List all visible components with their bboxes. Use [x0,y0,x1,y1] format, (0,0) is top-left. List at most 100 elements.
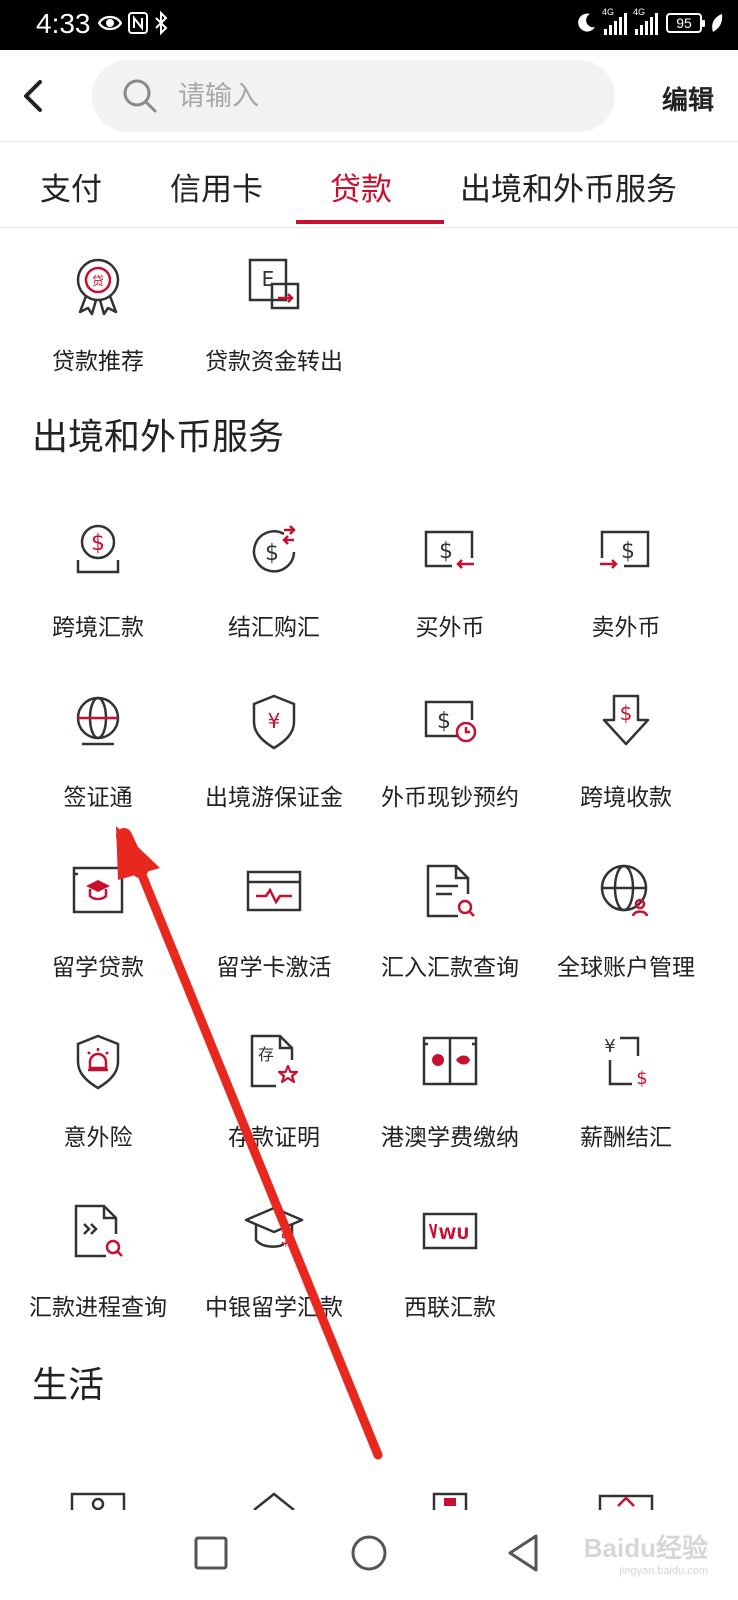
currency-exchange-item[interactable]: $ 结汇购汇 [184,520,364,680]
boc-study-remit-item[interactable]: $ 中银留学汇款 [184,1200,364,1360]
loan-recommend-item[interactable]: 贷 贷款推荐 [8,254,188,414]
section-title-life: 生活 [32,1365,105,1406]
bluetooth-icon [155,11,168,35]
item-label: 跨境汇款 [52,615,144,641]
svg-text:$: $ [280,1228,291,1249]
item-label: 结汇购汇 [228,615,320,641]
svg-text:$: $ [439,539,453,564]
tab-payment[interactable]: 支付 [40,164,102,209]
back-arrow-icon[interactable] [18,78,52,114]
life-row-partial [0,1490,738,1510]
sell-forex-item[interactable]: $ 卖外币 [536,520,716,680]
item-label: 港澳学费缴纳 [381,1125,519,1151]
item-label: 薪酬结汇 [580,1125,672,1151]
item-label: 存款证明 [228,1125,320,1151]
search-icon [123,79,157,113]
search-bar[interactable] [92,60,615,132]
tab-loan[interactable]: 贷款 [330,164,392,209]
study-card-activate-item[interactable]: 留学卡激活 [184,860,364,1020]
travel-deposit-item[interactable]: ¥ 出境游保证金 [184,690,364,850]
fund-transfer-icon: E [248,258,300,310]
sell-forex-icon: $ [600,530,650,569]
recent-apps-icon[interactable] [186,1528,236,1578]
search-input[interactable] [178,74,578,118]
item-label: 汇入汇款查询 [381,955,519,981]
svg-text:贷: 贷 [92,274,104,288]
moon-icon [578,13,595,32]
salary-exchange-icon: ¥ $ [604,1036,647,1089]
buy-forex-icon: $ [424,530,474,569]
cash-reserve-icon: $ [424,700,477,743]
cash-reserve-item[interactable]: $ 外币现钞预约 [360,690,540,850]
deposit-certificate-item[interactable]: 存 存款证明 [184,1030,364,1190]
section-title-forex: 出境和外币服务 [32,417,285,458]
svg-text:¥: ¥ [268,709,281,733]
card-activate-icon [246,870,302,912]
hk-macao-tuition-item[interactable]: 港澳学费缴纳 [360,1030,540,1190]
signal-2-icon: 4G [633,7,658,35]
cross-border-remit-item[interactable]: $ 跨境汇款 [8,520,188,680]
svg-text:WU: WU [439,1224,470,1243]
deposit-cert-icon: 存 [250,1034,299,1088]
svg-text:$: $ [636,1068,647,1089]
partial-icon [253,1492,295,1510]
global-account-item[interactable]: 全球账户管理 [536,860,716,1020]
western-union-item[interactable]: WU 西联汇款 [360,1200,540,1360]
item-label: 全球账户管理 [557,955,695,981]
svg-text:存: 存 [258,1045,274,1064]
accident-insurance-item[interactable]: 意外险 [8,1030,188,1190]
tab-forex-services[interactable]: 出境和外币服务 [460,164,677,209]
remit-progress-item[interactable]: 汇款进程查询 [8,1200,188,1360]
item-label: 签证通 [63,785,133,811]
status-icons-right: 4G 4G 95 [576,7,724,35]
visa-pass-item[interactable]: 签证通 [8,690,188,850]
study-loan-item[interactable]: 留学贷款 [8,860,188,1020]
currency-exchange-icon: $ [252,525,296,573]
partial-icon [598,1494,654,1510]
western-union-icon: WU [422,1212,478,1250]
salary-exchange-item[interactable]: ¥ $ 薪酬结汇 [536,1030,716,1190]
back-nav-icon[interactable] [500,1528,550,1578]
loan-fund-transfer-item[interactable]: E 贷款资金转出 [184,254,364,414]
signal-1-icon: 4G [602,7,627,35]
receive-dollar-icon: $ [602,694,650,746]
item-label: 汇款进程查询 [29,1295,167,1321]
inbound-remit-query-item[interactable]: 汇入汇款查询 [360,860,540,1020]
active-tab-indicator [296,220,444,224]
buy-forex-item[interactable]: $ 买外币 [360,520,540,680]
tab-credit-card[interactable]: 信用卡 [170,164,263,209]
cross-border-remit-icon: $ [76,524,120,574]
item-label: 外币现钞预约 [381,785,519,811]
svg-text:$: $ [91,531,105,556]
hk-macao-tuition-icon [422,1036,478,1086]
shield-yen-icon: ¥ [252,694,296,750]
item-label: 跨境收款 [580,785,672,811]
item-label: 出境游保证金 [205,785,343,811]
svg-text:$: $ [620,701,633,725]
svg-text:$: $ [437,709,451,734]
loan-badge-icon: 贷 [76,258,120,316]
grad-cap-dollar-icon: $ [244,1206,304,1249]
item-label: 贷款资金转出 [205,349,343,375]
nfc-icon [128,12,148,34]
home-icon[interactable] [344,1528,394,1578]
search-header: 编辑 [0,50,738,142]
eye-icon [98,15,122,31]
shield-alarm-icon [76,1034,120,1090]
svg-text:$: $ [621,539,635,564]
globe-user-icon [600,864,649,917]
leaf-icon [712,14,723,32]
item-label: 留学卡激活 [216,955,332,981]
item-label: 买外币 [415,615,485,641]
edit-button[interactable]: 编辑 [662,80,714,117]
visa-globe-icon [76,696,120,746]
item-label: 留学贷款 [52,955,144,981]
item-label: 意外险 [63,1125,133,1151]
baidu-watermark: Baidu经验 jingyan.baidu.com [583,1533,708,1577]
item-label: 卖外币 [591,615,661,641]
svg-text:$: $ [265,541,279,566]
document-search-icon [426,864,475,918]
cross-border-receive-item[interactable]: $ 跨境收款 [536,690,716,850]
svg-text:¥: ¥ [604,1036,615,1057]
category-tabs: 支付 信用卡 贷款 出境和外币服务 [0,142,738,228]
